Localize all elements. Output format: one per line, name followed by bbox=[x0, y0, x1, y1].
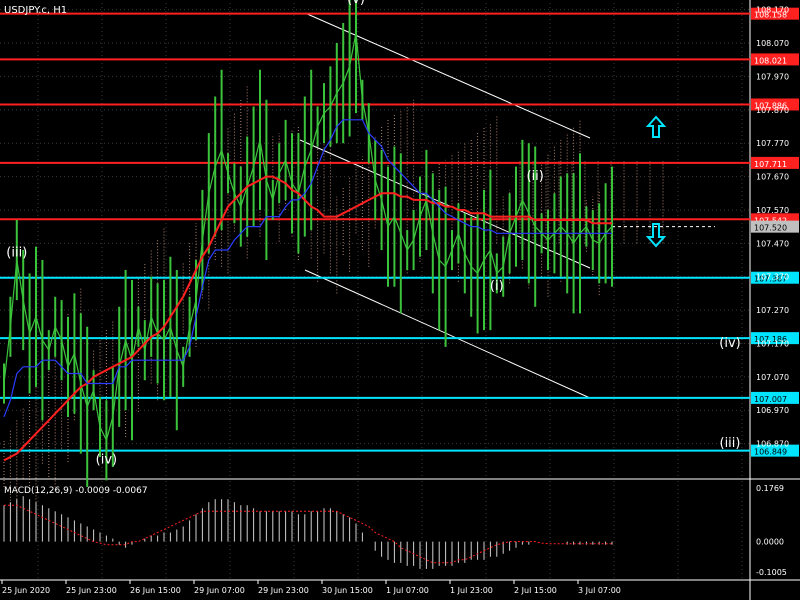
time-tick-label: 3 Jul 07:00 bbox=[578, 586, 621, 595]
price-tick-label: 107.170 bbox=[756, 339, 789, 348]
price-tick-label: 107.670 bbox=[756, 173, 789, 182]
price-tick-label: 107.970 bbox=[756, 72, 789, 81]
time-tick-label: 25 Jun 2020 bbox=[2, 586, 50, 595]
macd-tick-label: -0.1005 bbox=[756, 568, 787, 577]
time-tick-label: 29 Jun 23:00 bbox=[258, 586, 309, 595]
level-label: 106.849 bbox=[754, 448, 787, 457]
wave-label: (iii) bbox=[720, 436, 741, 451]
price-tick-label: 107.570 bbox=[756, 206, 789, 215]
price-tick-label: 106.970 bbox=[756, 406, 789, 415]
level-label: 108.021 bbox=[754, 56, 787, 65]
price-tick-label: 107.270 bbox=[756, 306, 789, 315]
time-tick-label: 25 Jun 23:00 bbox=[66, 586, 117, 595]
price-tick-label: 107.470 bbox=[756, 239, 789, 248]
wave-label: (iii) bbox=[6, 246, 27, 261]
time-tick-label: 26 Jun 15:00 bbox=[130, 586, 181, 595]
macd-tick-label: 0.1769 bbox=[756, 484, 784, 493]
price-tick-label: 107.070 bbox=[756, 373, 789, 382]
macd-label: MACD(12,26,9) -0.0009 -0.0067 bbox=[4, 486, 148, 496]
time-tick-label: 29 Jun 07:00 bbox=[194, 586, 245, 595]
current-price-label: 107.520 bbox=[754, 224, 787, 233]
wave-label: (iv) bbox=[96, 453, 117, 468]
wave-label: (ii) bbox=[527, 169, 544, 184]
wave-label: (iv) bbox=[719, 336, 740, 351]
time-tick-label: 1 Jul 23:00 bbox=[450, 586, 493, 595]
wave-label: (i) bbox=[490, 279, 504, 294]
symbol-label: USDJPY.c, H1 bbox=[4, 5, 67, 16]
level-label: 107.007 bbox=[754, 395, 787, 404]
time-tick-label: 1 Jul 07:00 bbox=[386, 586, 429, 595]
price-tick-label: 107.370 bbox=[756, 273, 789, 282]
wave-label: (v) bbox=[347, 0, 365, 7]
price-tick-label: 108.070 bbox=[756, 39, 789, 48]
price-tick-label: 106.870 bbox=[756, 440, 789, 449]
price-tick-label: 107.770 bbox=[756, 139, 789, 148]
price-tick-label: 108.170 bbox=[756, 6, 789, 15]
price-tick-label: 107.870 bbox=[756, 106, 789, 115]
macd-tick-label: 0.0000 bbox=[756, 538, 784, 547]
usdjpy-chart[interactable]: 108.158108.021107.886107.711107.542107.3… bbox=[0, 0, 800, 600]
time-tick-label: 2 Jul 15:00 bbox=[514, 586, 557, 595]
time-tick-label: 30 Jun 15:00 bbox=[322, 586, 373, 595]
level-label: 107.711 bbox=[754, 160, 787, 169]
